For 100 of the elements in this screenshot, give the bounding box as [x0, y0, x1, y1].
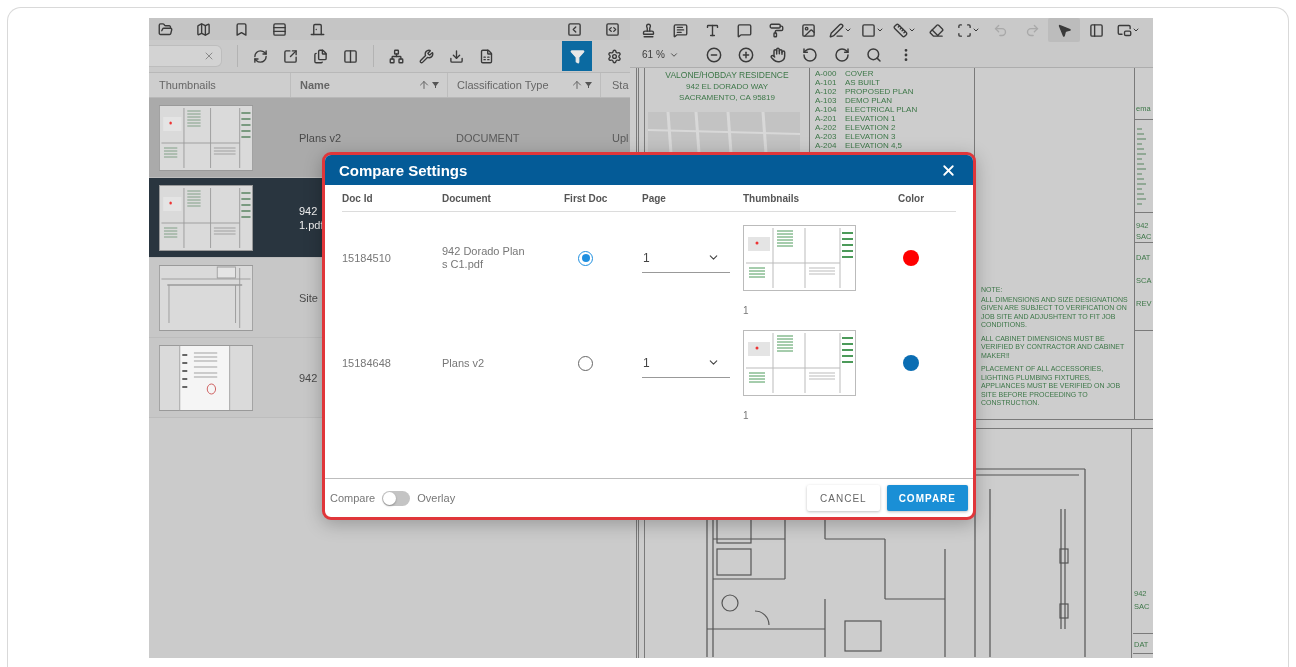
eraser-icon[interactable]	[928, 22, 944, 38]
settings-icon[interactable]	[607, 48, 622, 64]
page-select[interactable]: 1	[642, 348, 730, 378]
rotate-left-icon[interactable]	[802, 46, 818, 63]
status-text: Upl	[612, 131, 630, 144]
text-icon[interactable]	[704, 22, 720, 38]
filter-icon[interactable]	[585, 82, 592, 88]
bookmark-icon[interactable]	[234, 21, 249, 37]
mode-toggle[interactable]	[382, 490, 411, 506]
sheet-title: ELEVATION 4,5	[845, 141, 903, 150]
sheet-title: COVER	[845, 69, 874, 78]
map-icon[interactable]	[196, 21, 211, 37]
doc-id: 15184510	[342, 251, 391, 265]
sheet-number: A-202	[815, 123, 838, 132]
note-icon[interactable]	[672, 22, 688, 38]
external-link-icon[interactable]	[283, 48, 298, 64]
project-title: VALONE/HOBDAY RESIDENCE	[664, 70, 790, 80]
sheet-number: A-102	[815, 87, 838, 96]
zoom-select[interactable]: 61 %	[642, 43, 698, 66]
sheet-title: AS BUILT	[845, 78, 880, 87]
search-field[interactable]	[149, 45, 222, 67]
column-header: Color	[897, 192, 926, 204]
scan-icon[interactable]	[956, 22, 972, 38]
compare-button[interactable]: COMPARE	[886, 485, 968, 511]
caret-icon[interactable]	[907, 26, 916, 34]
column-header[interactable]: Sta	[612, 79, 629, 91]
filter-icon[interactable]	[432, 82, 439, 88]
document-name: 942	[299, 370, 319, 385]
sheet-number: A-201	[815, 114, 838, 123]
zoom-out-icon[interactable]	[706, 46, 722, 63]
caret-icon[interactable]	[843, 26, 852, 34]
stamp-icon[interactable]	[640, 22, 656, 38]
document-name: 942	[299, 203, 319, 218]
wrench-icon[interactable]	[419, 48, 434, 64]
zoom-in-icon[interactable]	[738, 46, 754, 63]
hand-icon[interactable]	[770, 46, 786, 63]
download-icon[interactable]	[449, 48, 464, 64]
select-tool-button[interactable]	[1048, 18, 1080, 42]
column-header: Thumbnails	[743, 192, 801, 204]
comment-icon[interactable]	[736, 22, 752, 38]
sheet-number: A-101	[815, 78, 838, 87]
network-icon[interactable]	[389, 48, 404, 64]
filter-icon	[569, 48, 585, 64]
image-icon[interactable]	[800, 22, 816, 38]
toggle-label: Compare	[330, 492, 376, 504]
sheet-title: DEMO PLAN	[845, 96, 893, 105]
picture-in-picture-icon[interactable]	[1116, 22, 1132, 38]
sheet-title: ELECTRICAL PLAN	[845, 105, 918, 114]
panel-left-icon[interactable]	[567, 21, 582, 37]
doc-id: 15184648	[342, 356, 391, 370]
thumbnail-page-number: 1	[743, 410, 749, 421]
color-dot[interactable]	[903, 355, 919, 371]
document-name: Plans v2	[442, 356, 486, 370]
sheet-title: ELEVATION 3	[845, 132, 896, 141]
door-icon[interactable]	[310, 21, 325, 37]
dialog-title: Compare Settings	[339, 161, 468, 179]
document-name: 1.pdf	[299, 217, 325, 232]
filter-button[interactable]	[562, 41, 592, 71]
column-header[interactable]: Thumbnails	[159, 79, 282, 91]
sheet-title: ELEVATION 2	[845, 123, 896, 132]
address-line: SACRAMENTO, CA 95819	[678, 93, 776, 102]
color-dot[interactable]	[903, 250, 919, 266]
sheet-number: A-203	[815, 132, 838, 141]
pen-icon[interactable]	[828, 22, 844, 38]
cancel-button[interactable]: CANCEL	[807, 485, 880, 511]
caret-icon[interactable]	[971, 26, 980, 34]
document-name: Plans v2	[299, 130, 343, 145]
panel-left-icon[interactable]	[1088, 22, 1104, 38]
caret-icon[interactable]	[1131, 26, 1140, 34]
refresh-icon[interactable]	[253, 48, 268, 64]
address-line: 942 EL DORADO WAY	[685, 82, 769, 91]
column-header[interactable]: Classification Type	[457, 79, 571, 91]
sheet-title: ELEVATION 1	[845, 114, 896, 123]
column-header: Document	[442, 192, 492, 204]
document-name: 942 Dorado Plans C1.pdf	[442, 245, 526, 271]
column-header: Doc Id	[342, 192, 374, 204]
files-icon[interactable]	[313, 48, 328, 64]
column-header[interactable]: Name	[300, 79, 418, 91]
classification-type: DOCUMENT	[456, 131, 521, 144]
spreadsheet-icon[interactable]	[479, 48, 494, 64]
search-icon[interactable]	[866, 46, 882, 63]
caret-icon[interactable]	[875, 26, 884, 34]
sheet-number: A-104	[815, 105, 838, 114]
sheet-title: PROPOSED PLAN	[845, 87, 914, 96]
document-name: Site	[299, 290, 319, 305]
columns-icon[interactable]	[343, 48, 358, 64]
sheet-number: A-204	[815, 141, 838, 150]
list-icon[interactable]	[272, 21, 287, 37]
folder-icon[interactable]	[158, 21, 173, 37]
page-select[interactable]: 1	[642, 243, 730, 273]
code-icon[interactable]	[605, 21, 620, 37]
sheet-number: A-000	[815, 69, 838, 78]
toggle-label: Overlay	[417, 492, 456, 504]
paint-roller-icon[interactable]	[768, 22, 784, 38]
rotate-right-icon[interactable]	[834, 46, 850, 63]
ruler-icon[interactable]	[892, 22, 908, 38]
thumbnail-page-number: 1	[743, 305, 749, 316]
rectangle-icon[interactable]	[860, 22, 876, 38]
column-header: First Doc	[564, 192, 609, 204]
sheet-number: A-103	[815, 96, 838, 105]
